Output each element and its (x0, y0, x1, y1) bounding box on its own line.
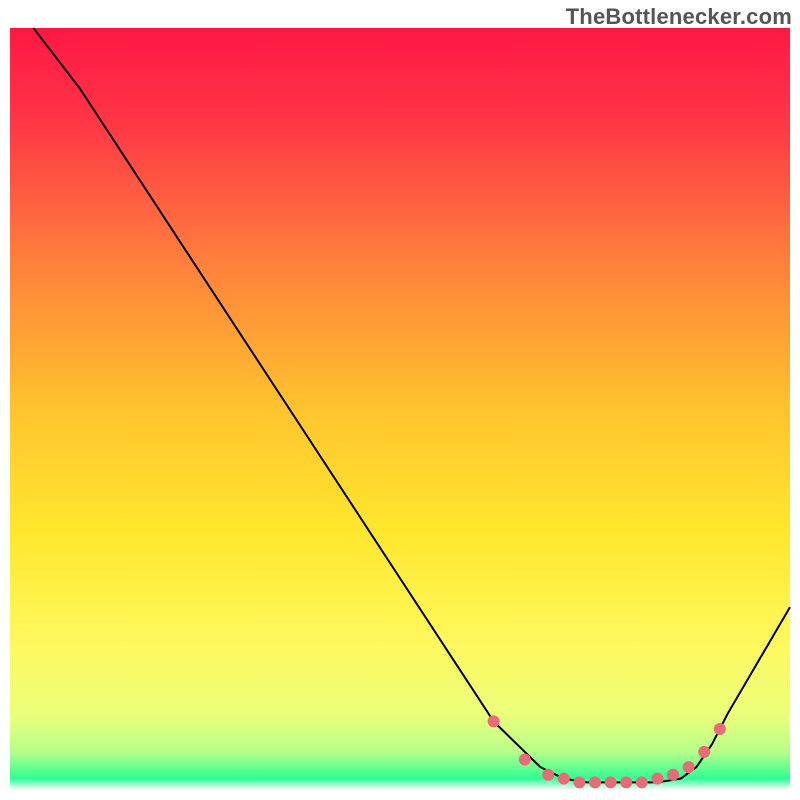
marker-point (605, 776, 617, 788)
marker-point (698, 746, 710, 758)
marker-point (488, 715, 500, 727)
marker-point (620, 776, 632, 788)
chart-stage: TheBottlenecker.com (0, 0, 800, 800)
marker-point (667, 769, 679, 781)
marker-point (683, 761, 695, 773)
chart-svg (0, 0, 800, 800)
marker-point (573, 776, 585, 788)
marker-point (589, 776, 601, 788)
watermark-text: TheBottlenecker.com (566, 4, 792, 30)
chart-background (10, 28, 790, 790)
marker-point (558, 773, 570, 785)
marker-point (519, 754, 531, 766)
marker-point (636, 776, 648, 788)
marker-point (651, 773, 663, 785)
marker-point (714, 723, 726, 735)
marker-point (542, 769, 554, 781)
